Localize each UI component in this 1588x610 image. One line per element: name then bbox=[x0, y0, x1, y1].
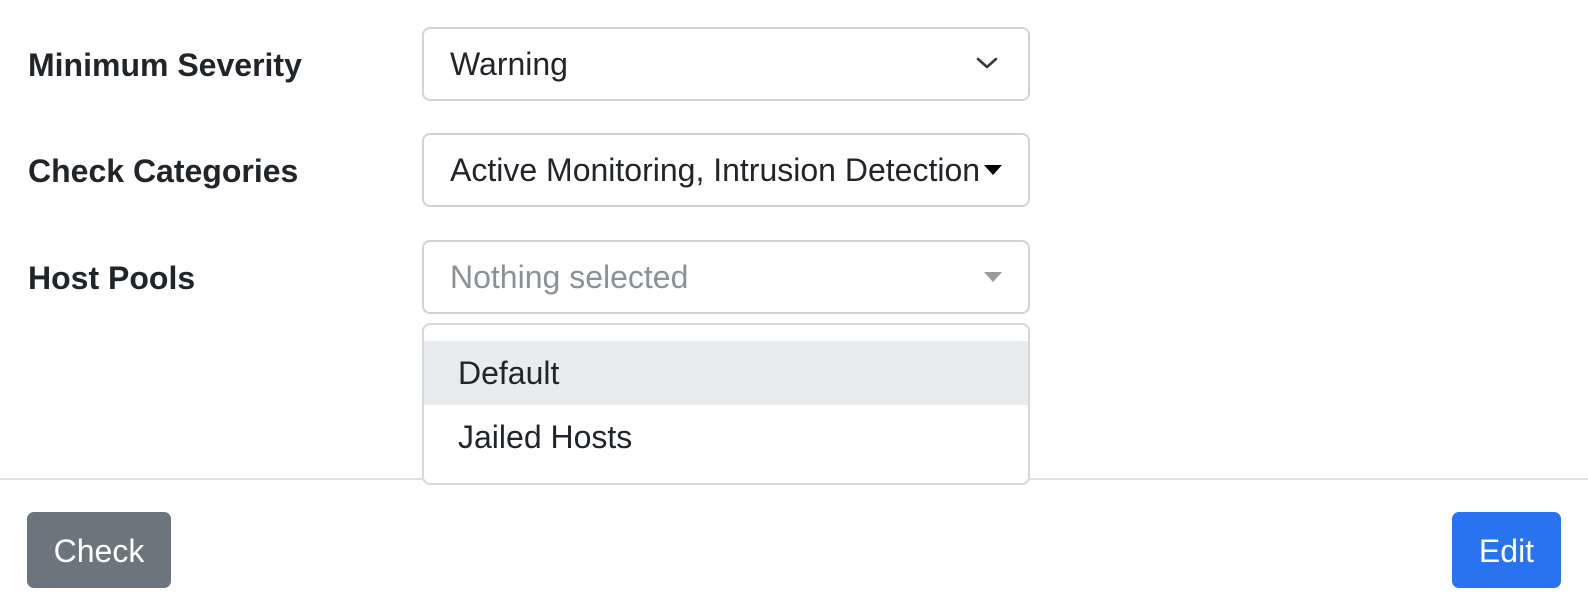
host-pools-row: Host Pools Nothing selected bbox=[0, 240, 1588, 316]
minimum-severity-value: Warning bbox=[450, 46, 568, 82]
minimum-severity-select[interactable]: Warning bbox=[422, 27, 1030, 101]
check-categories-label: Check Categories bbox=[28, 153, 299, 189]
caret-down-icon bbox=[984, 165, 1002, 175]
minimum-severity-label: Minimum Severity bbox=[28, 47, 302, 83]
option-label: Default bbox=[458, 355, 560, 391]
host-pools-label: Host Pools bbox=[28, 260, 196, 296]
host-pools-option-default[interactable]: Default bbox=[424, 341, 1028, 405]
check-categories-row: Check Categories Active Monitoring, Intr… bbox=[0, 133, 1588, 209]
check-button[interactable]: Check bbox=[27, 512, 171, 588]
check-categories-multiselect[interactable]: Active Monitoring, Intrusion Detection bbox=[422, 133, 1030, 207]
notification-settings-form: Minimum Severity Warning Check Categorie… bbox=[0, 0, 1588, 610]
chevron-down-icon bbox=[976, 57, 998, 69]
caret-down-icon bbox=[984, 272, 1002, 282]
host-pools-placeholder: Nothing selected bbox=[450, 259, 689, 295]
host-pools-multiselect[interactable]: Nothing selected bbox=[422, 240, 1030, 314]
host-pools-dropdown-menu: Default Jailed Hosts bbox=[422, 323, 1030, 485]
edit-button[interactable]: Edit bbox=[1452, 512, 1561, 588]
option-label: Jailed Hosts bbox=[458, 419, 633, 455]
minimum-severity-row: Minimum Severity Warning bbox=[0, 27, 1588, 103]
check-categories-value: Active Monitoring, Intrusion Detection bbox=[450, 152, 980, 188]
host-pools-option-jailed-hosts[interactable]: Jailed Hosts bbox=[424, 405, 1028, 469]
